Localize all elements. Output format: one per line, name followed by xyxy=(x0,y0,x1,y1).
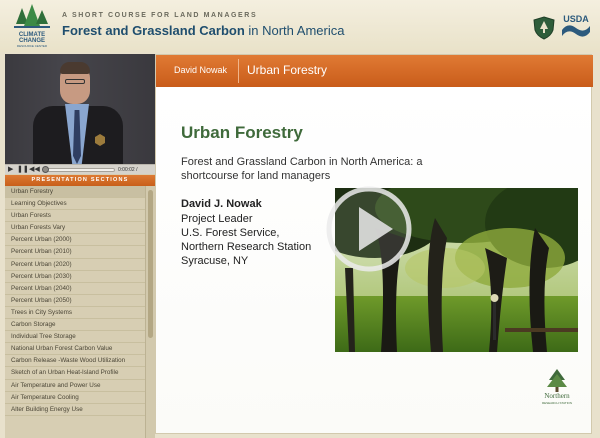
section-item[interactable]: Percent Urban (2050) xyxy=(5,295,145,307)
logo-subtext: RESOURCE CENTER xyxy=(16,44,48,48)
usda-label: USDA xyxy=(563,14,589,24)
header-divider xyxy=(238,59,239,83)
tree-logo-icon xyxy=(14,4,50,28)
course-header: CLIMATE CHANGE RESOURCE CENTER A SHORT C… xyxy=(0,0,600,52)
slide-panel: David Nowak Urban Forestry Urban Forestr… xyxy=(155,54,593,434)
section-item[interactable]: Percent Urban (2040) xyxy=(5,283,145,295)
author-name: David J. Nowak xyxy=(181,198,262,210)
video-scrubber[interactable] xyxy=(43,168,115,172)
play-icon[interactable]: ▶ xyxy=(8,166,13,174)
sections-header: PRESENTATION SECTIONS xyxy=(5,175,155,186)
presenter-hair xyxy=(60,62,90,74)
author-org: U.S. Forest Service, xyxy=(181,227,280,239)
section-list: Urban Forestry Learning Objectives Urban F… xyxy=(5,186,145,438)
logo-text: CLIMATE CHANGE xyxy=(18,32,46,44)
course-tagline: A SHORT COURSE FOR LAND MANAGERS xyxy=(62,12,258,19)
slide-bar-title: Urban Forestry xyxy=(247,63,328,77)
author-city: Syracuse, NY xyxy=(181,255,249,267)
section-item[interactable]: Urban Forests Vary xyxy=(5,222,145,235)
section-item[interactable]: Learning Objectives xyxy=(5,198,145,211)
section-item[interactable]: Alter Building Energy Use xyxy=(5,404,145,416)
sections-scrollbar[interactable] xyxy=(145,186,155,438)
section-item[interactable]: Urban Forestry xyxy=(5,186,145,199)
presenter-video[interactable] xyxy=(5,54,155,164)
nrs-subtext: RESEARCH STATION xyxy=(541,401,573,405)
pause-icon[interactable]: ❚❚ xyxy=(17,166,29,174)
play-overlay-icon[interactable] xyxy=(323,183,415,275)
course-title-bold: Forest and Grassland Carbon xyxy=(62,23,245,38)
slide-title: Urban Forestry xyxy=(181,123,303,142)
section-item[interactable]: Sketch of an Urban Heat-Island Profile xyxy=(5,367,145,380)
section-item[interactable]: Percent Urban (2010) xyxy=(5,246,145,259)
left-panel: ▶ ❚❚ ◀◀ 0:00:02 / 0:10:44 PRESENTATION S… xyxy=(5,54,155,438)
usda-logo-icon: USDA xyxy=(560,14,592,40)
author-station: Northern Research Station xyxy=(181,241,312,253)
section-item[interactable]: Percent Urban (2020) xyxy=(5,259,145,271)
presenter-glasses xyxy=(65,79,85,84)
section-item[interactable]: Trees in City Systems xyxy=(5,307,145,320)
section-item[interactable]: Percent Urban (2000) xyxy=(5,234,145,247)
section-item[interactable]: Air Temperature Cooling xyxy=(5,392,145,404)
section-item[interactable]: Urban Forests xyxy=(5,210,145,223)
section-item[interactable]: Carbon Release -Waste Wood Utilization xyxy=(5,355,145,368)
slide-header-bar: David Nowak Urban Forestry xyxy=(156,55,593,87)
nrs-name: Northern xyxy=(544,392,570,400)
forest-service-shield-icon xyxy=(531,16,557,40)
slide-subtitle: Forest and Grassland Carbon in North Ame… xyxy=(181,156,423,182)
nrs-tree-icon xyxy=(547,369,567,392)
section-item[interactable]: Carbon Storage xyxy=(5,319,145,332)
section-item[interactable]: Air Temperature and Power Use xyxy=(5,380,145,392)
course-title: Forest and Grassland Carbon in North Ame… xyxy=(62,23,344,38)
rewind-icon[interactable]: ◀◀ xyxy=(29,166,40,174)
section-item[interactable]: Percent Urban (2030) xyxy=(5,271,145,283)
section-item[interactable]: National Urban Forest Carbon Value xyxy=(5,343,145,356)
scrollbar-thumb[interactable] xyxy=(148,190,153,338)
presenter-name: David Nowak xyxy=(174,65,228,75)
climate-change-logo: CLIMATE CHANGE RESOURCE CENTER xyxy=(8,4,56,48)
video-controls: ▶ ❚❚ ◀◀ 0:00:02 / 0:10:44 xyxy=(5,164,155,181)
author-role: Project Leader xyxy=(181,213,253,225)
course-title-light: in North America xyxy=(244,23,345,38)
section-item[interactable]: Individual Tree Storage xyxy=(5,331,145,344)
